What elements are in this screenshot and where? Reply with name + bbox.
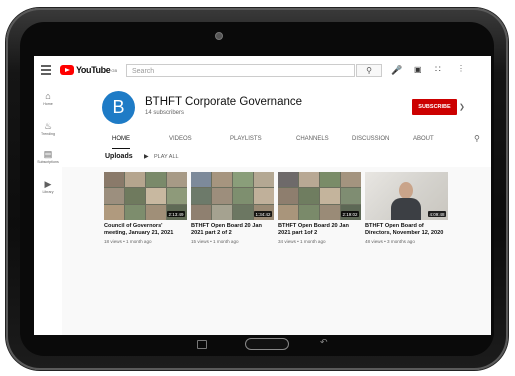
uploads-title: Uploads [105, 153, 133, 160]
logo-region: GB [111, 67, 118, 73]
video-title[interactable]: BTHFT Open Board 20 Jan 2021 part 2 of 2 [191, 223, 274, 237]
sidebar-item-library[interactable]: ▶ Library [34, 179, 62, 194]
channel-search-icon[interactable]: ⚲ [474, 134, 480, 143]
video-thumbnail[interactable]: 2:13:49 [104, 172, 187, 220]
home-button[interactable] [245, 338, 289, 350]
video-title[interactable]: BTHFT Open Board of Directors, November 1… [365, 223, 448, 237]
tab-channels[interactable]: CHANNELS [296, 129, 329, 149]
video-title[interactable]: Council of Governors' meeting, January 21… [104, 223, 187, 237]
sidebar-item-label: Library [42, 190, 54, 194]
sidebar-item-subscriptions[interactable]: ▤ Subscriptions [34, 149, 62, 164]
video-meta: 34 views • 1 month ago [278, 239, 326, 244]
video-card[interactable]: 2:13:49 Council of Governors' meeting, Ja… [104, 172, 187, 244]
sidebar-item-label: Trending [40, 132, 56, 136]
video-title-line: meeting, January 21, 2021 [104, 230, 174, 236]
tab-home[interactable]: HOME [112, 129, 130, 149]
sidebar-item-trending[interactable]: ♨ Trending [34, 121, 62, 136]
video-card[interactable]: 2:19:02 BTHFT Open Board 20 Jan 2021 part… [278, 172, 361, 244]
video-meta: 15 views • 1 month ago [191, 239, 239, 244]
menu-icon[interactable] [41, 65, 51, 75]
play-all-link[interactable]: PLAY ALL [154, 154, 179, 160]
youtube-logo[interactable]: YouTube GB [60, 65, 117, 75]
fire-icon: ♨ [43, 121, 53, 131]
sidebar-item-label: Home [43, 102, 53, 106]
tab-about[interactable]: ABOUT [413, 129, 434, 149]
home-icon: ⌂ [45, 91, 51, 101]
presenter-face [399, 182, 413, 199]
video-title-line: BTHFT Open Board 20 Jan [278, 223, 349, 229]
youtube-screen: YouTube GB Search ⚲ 🎤 ▣ ∷ ⋮ ⌂ Home ♨ Tren… [34, 56, 491, 335]
video-thumbnail[interactable]: 4:09:48 [365, 172, 448, 220]
video-thumbnail[interactable]: 2:19:02 [278, 172, 361, 220]
subscriber-count: 14 subscribers [145, 110, 185, 116]
video-title-line: 2021 part 1of 2 [278, 230, 318, 236]
video-title-line: Council of Governors' [104, 223, 163, 229]
apps-grid-icon[interactable]: ∷ [435, 64, 441, 75]
tab-videos[interactable]: VIDEOS [169, 129, 192, 149]
video-title-line: Directors, November 12, 2020 [365, 230, 444, 236]
sidebar: ⌂ Home ♨ Trending ▤ Subscriptions ▶ Libr… [34, 85, 62, 335]
video-thumbnail[interactable]: 1:34:42 [191, 172, 274, 220]
tab-playlists[interactable]: PLAYLISTS [230, 129, 262, 149]
recent-apps-icon[interactable] [197, 340, 207, 349]
avatar[interactable]: B [102, 91, 135, 124]
video-duration: 2:19:02 [340, 211, 359, 217]
video-duration: 1:34:42 [253, 211, 272, 217]
video-duration: 2:13:49 [166, 211, 185, 217]
video-camera-icon[interactable]: ▣ [414, 65, 422, 74]
video-title-line: 2021 part 2 of 2 [191, 230, 232, 236]
video-title-line: BTHFT Open Board of [365, 223, 424, 229]
logo-text: YouTube [76, 65, 111, 75]
subscribe-button[interactable]: SUBSCRIBE [412, 99, 457, 115]
android-nav-bar: ↶ [34, 335, 491, 363]
presenter-body [391, 198, 421, 220]
search-button[interactable]: ⚲ [356, 64, 382, 77]
front-camera [215, 32, 223, 40]
search-input[interactable]: Search [126, 64, 355, 77]
video-meta: 18 views • 1 month ago [104, 239, 152, 244]
search-icon: ⚲ [366, 66, 372, 75]
play-icon[interactable]: ▶ [144, 153, 149, 160]
library-icon: ▶ [44, 179, 52, 189]
tab-discussion[interactable]: DISCUSSION [352, 129, 389, 149]
video-meta: 48 views • 3 months ago [365, 239, 415, 244]
sidebar-item-home[interactable]: ⌂ Home [34, 91, 62, 106]
top-bar: YouTube GB Search ⚲ 🎤 ▣ ∷ ⋮ [34, 56, 491, 86]
subscriptions-icon: ▤ [43, 149, 53, 159]
video-card[interactable]: 1:34:42 BTHFT Open Board 20 Jan 2021 part… [191, 172, 274, 244]
more-vert-icon[interactable]: ⋮ [457, 64, 465, 73]
sidebar-item-label: Subscriptions [37, 160, 59, 164]
video-duration: 4:09:48 [427, 211, 446, 217]
youtube-play-icon [60, 65, 74, 75]
chevron-right-icon[interactable]: ❯ [459, 103, 465, 111]
video-title-line: BTHFT Open Board 20 Jan [191, 223, 262, 229]
video-title[interactable]: BTHFT Open Board 20 Jan 2021 part 1of 2 [278, 223, 361, 237]
channel-name: BTHFT Corporate Governance [145, 96, 303, 108]
video-card[interactable]: 4:09:48 BTHFT Open Board of Directors, No… [365, 172, 448, 244]
back-icon[interactable]: ↶ [320, 337, 328, 348]
mic-icon[interactable]: 🎤 [391, 65, 402, 76]
